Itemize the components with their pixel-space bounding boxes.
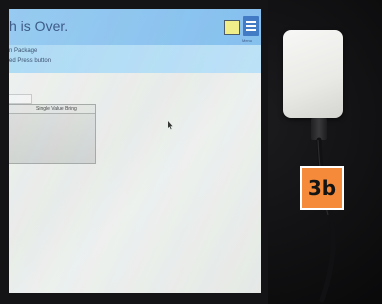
figure-label: 3b — [300, 166, 344, 210]
usb-cable — [316, 137, 336, 303]
photo: h is Over. Menu n Package ed Press butto… — [0, 0, 382, 304]
